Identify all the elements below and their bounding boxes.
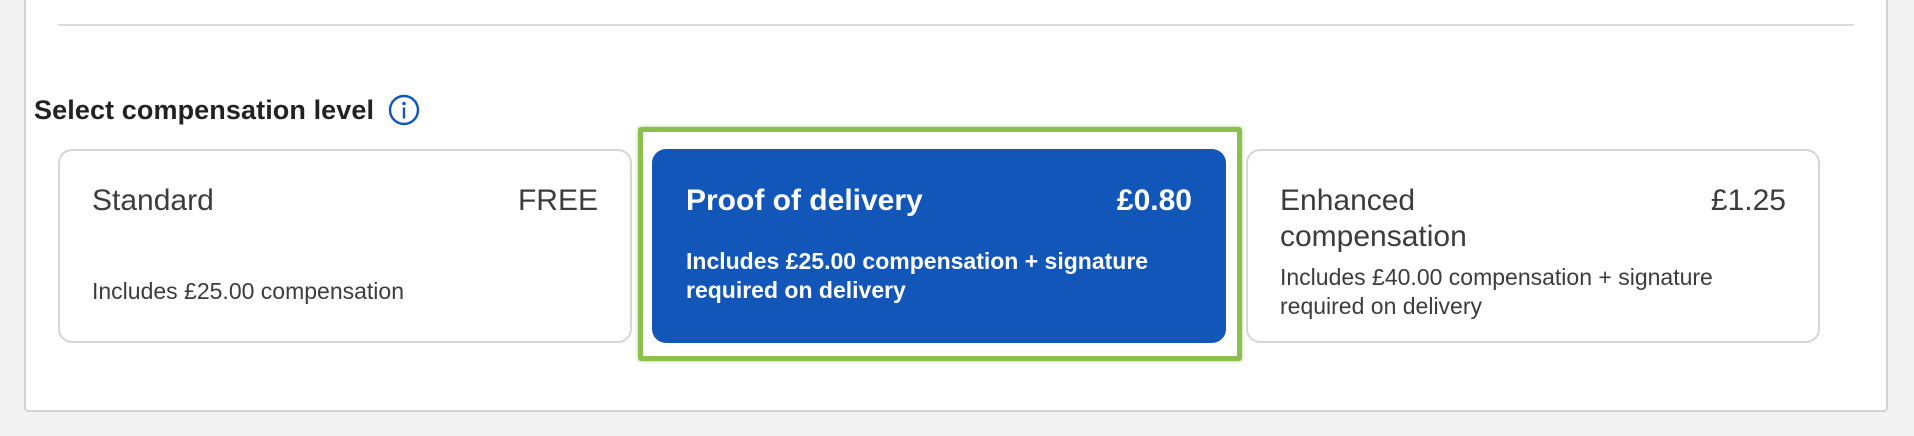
info-icon[interactable] (388, 94, 420, 126)
option-card-proof-of-delivery[interactable]: Proof of delivery £0.80 Includes £25.00 … (652, 149, 1226, 343)
option-description: Includes £25.00 compensation + signature… (686, 248, 1149, 303)
option-card-enhanced-compensation[interactable]: Enhanced compensation £1.25 Includes £40… (1246, 149, 1820, 343)
section-title: Select compensation level (34, 95, 375, 125)
option-name: Enhanced compensation (1280, 184, 1467, 253)
divider (58, 24, 1854, 26)
option-description: Includes £25.00 compensation (92, 278, 404, 304)
option-name: Proof of delivery (686, 184, 923, 217)
option-name: Standard (92, 184, 214, 217)
option-price: £0.80 (1116, 184, 1192, 217)
option-price: FREE (517, 184, 598, 217)
option-card-standard[interactable]: Standard FREE Includes £25.00 compensati… (58, 149, 632, 343)
option-description: Includes £40.00 compensation + signature… (1280, 264, 1713, 319)
option-price: £1.25 (1710, 184, 1786, 217)
